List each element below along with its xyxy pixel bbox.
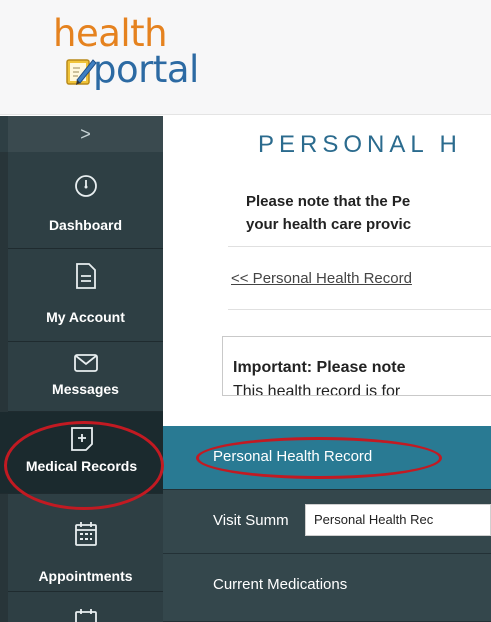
sidebar-label-appointments: Appointments <box>38 568 133 584</box>
important-notice-box: Important: Please note This health recor… <box>222 336 491 396</box>
submenu-label: Current Medications <box>213 576 348 593</box>
back-link-container: << Personal Health Record <box>228 246 491 310</box>
health-portal-logo[interactable]: health portal <box>53 14 253 104</box>
sidebar-item-my-account[interactable]: My Account <box>8 249 163 342</box>
back-to-phr-link[interactable]: << Personal Health Record <box>231 270 412 287</box>
notice-line-1: Please note that the Pe <box>246 193 411 210</box>
calendar-icon <box>74 609 97 622</box>
annotation-ellipse-medical-records <box>4 421 164 510</box>
sidebar: > Dashboard My Account Messages Medical … <box>0 116 163 622</box>
sidebar-label-my-account: My Account <box>46 309 125 325</box>
sidebar-label-dashboard: Dashboard <box>48 217 123 233</box>
document-icon <box>75 263 96 289</box>
notice-line-2: your health care provic <box>246 216 412 233</box>
page-title: PERSONAL H <box>258 131 462 158</box>
submenu-label: Visit Summ <box>213 512 289 529</box>
sidebar-toggle-button[interactable]: > <box>8 116 163 152</box>
notice-text: Please note that the Pe your health care… <box>246 190 491 236</box>
sidebar-edge <box>0 152 8 622</box>
tooltip: Personal Health Rec <box>305 504 491 536</box>
important-notice-title: Important: Please note <box>233 359 406 376</box>
clipboard-pen-icon <box>66 59 97 85</box>
dashboard-gauge-icon <box>74 175 97 197</box>
sidebar-item-messages[interactable]: Messages <box>8 342 163 412</box>
sidebar-item-dashboard[interactable]: Dashboard <box>8 152 163 249</box>
envelope-icon <box>73 354 98 372</box>
sidebar-item-more[interactable] <box>8 592 163 622</box>
logo-text-portal: portal <box>93 48 199 91</box>
calendar-icon <box>74 522 97 546</box>
app-header: health portal <box>0 0 491 115</box>
important-notice-body: This health record is for <box>233 383 401 396</box>
annotation-ellipse-personal-health-record <box>196 437 442 479</box>
sidebar-label-messages: Messages <box>52 381 119 397</box>
submenu-item-current-medications[interactable]: Current Medications <box>163 554 491 622</box>
